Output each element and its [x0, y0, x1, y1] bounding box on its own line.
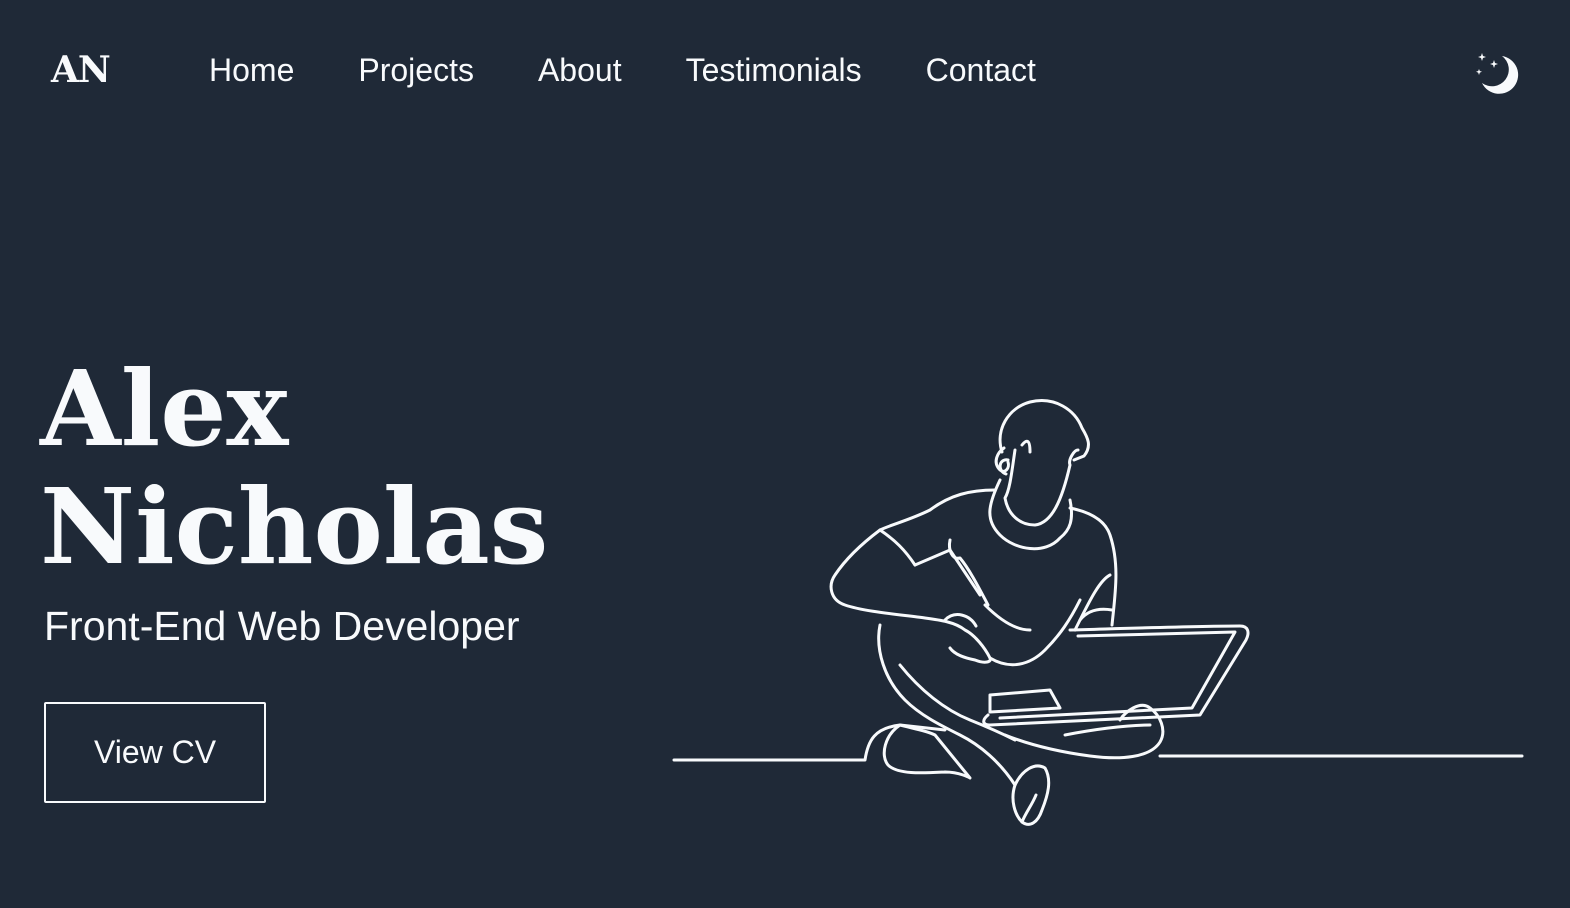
nav-testimonials[interactable]: Testimonials — [686, 50, 862, 90]
nav-home[interactable]: Home — [209, 50, 294, 90]
logo[interactable]: AN — [51, 48, 111, 92]
hero-last-name: Nicholas — [40, 465, 549, 588]
view-cv-button[interactable]: View CV — [44, 702, 266, 803]
moon-stars-icon — [1476, 53, 1519, 94]
main-nav: Home Projects About Testimonials Contact — [209, 50, 1036, 90]
nav-about[interactable]: About — [538, 50, 622, 90]
hero-first-name: Alex — [40, 347, 289, 470]
nav-projects[interactable]: Projects — [358, 50, 474, 90]
person-with-laptop-line-art — [672, 399, 1524, 826]
hero-subtitle: Front-End Web Developer — [44, 603, 520, 649]
nav-contact[interactable]: Contact — [926, 50, 1036, 90]
theme-toggle-button[interactable] — [1474, 50, 1522, 98]
hero-name: Alex Nicholas — [40, 350, 548, 586]
